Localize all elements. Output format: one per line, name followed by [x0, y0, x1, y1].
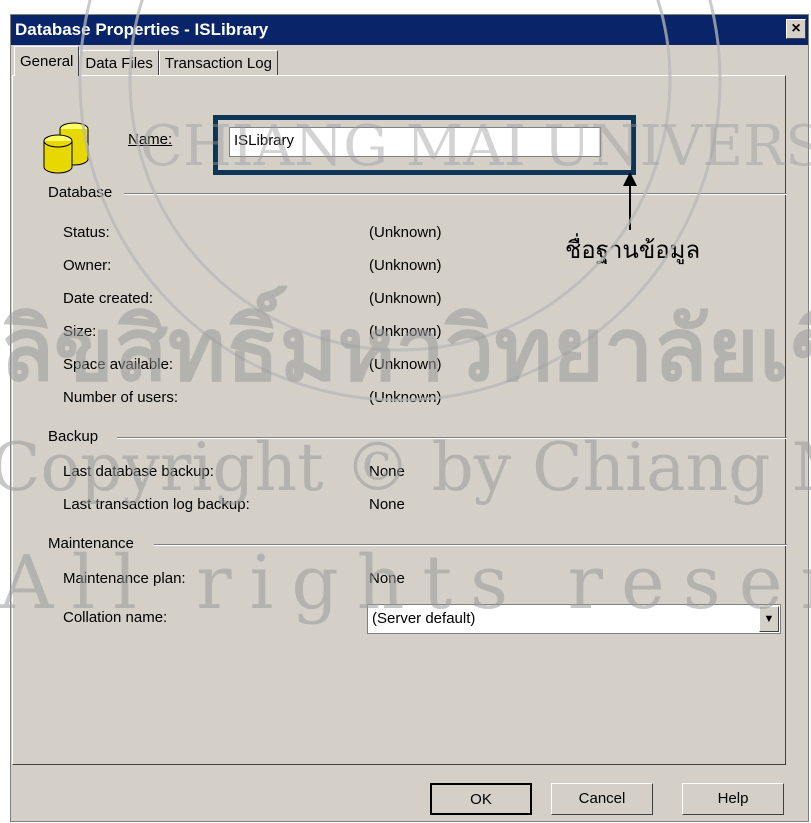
help-button[interactable]: Help [682, 783, 784, 815]
tab-general[interactable]: General [14, 46, 80, 76]
backup-group-label: Backup [48, 428, 99, 445]
tab-transaction-log[interactable]: Transaction Log [158, 50, 278, 76]
space-available-value: (Unknown) [369, 356, 442, 373]
last-transaction-log-backup-label: Last transaction log backup: [63, 496, 250, 513]
database-icon [43, 122, 89, 174]
name-label: Name: [128, 131, 173, 148]
annotation-label: ชื่อฐานข้อมูล [565, 236, 701, 264]
maintenance-plan-label: Maintenance plan: [63, 570, 186, 587]
last-transaction-log-backup-value: None [369, 496, 405, 513]
window-title: Database Properties - ISLibrary [15, 20, 269, 39]
last-database-backup-value: None [369, 463, 405, 480]
last-database-backup-label: Last database backup: [63, 463, 214, 480]
annotation-highlight-box [213, 115, 636, 175]
database-group-divider [124, 193, 787, 195]
status-label: Status: [63, 224, 110, 241]
close-button[interactable]: × [786, 19, 806, 39]
ok-button[interactable]: OK [430, 783, 532, 815]
tab-strip: General Data Files Transaction Log [14, 46, 278, 76]
general-tab-panel [12, 75, 786, 765]
maintenance-plan-value: None [369, 570, 405, 587]
owner-label: Owner: [63, 257, 112, 274]
maintenance-group-label: Maintenance [48, 535, 134, 552]
date-created-value: (Unknown) [369, 290, 442, 307]
number-of-users-label: Number of users: [63, 389, 179, 406]
collation-name-select[interactable]: (Server default) ▼ [367, 604, 781, 634]
dropdown-arrow-icon[interactable]: ▼ [759, 606, 779, 632]
number-of-users-value: (Unknown) [369, 389, 442, 406]
title-bar: Database Properties - ISLibrary × [11, 15, 808, 45]
backup-group-divider [117, 437, 787, 439]
size-value: (Unknown) [369, 323, 442, 340]
maintenance-group-divider [154, 544, 787, 546]
collation-name-label: Collation name: [63, 609, 168, 626]
tab-data-files[interactable]: Data Files [79, 50, 159, 76]
annotation-arrow-icon [623, 172, 637, 230]
owner-value: (Unknown) [369, 257, 442, 274]
database-group-label: Database [48, 184, 113, 201]
status-value: (Unknown) [369, 224, 442, 241]
space-available-label: Space available: [63, 356, 174, 373]
cancel-button[interactable]: Cancel [551, 783, 653, 815]
date-created-label: Date created: [63, 290, 154, 307]
collation-selected-value: (Server default) [372, 610, 476, 627]
size-label: Size: [63, 323, 97, 340]
